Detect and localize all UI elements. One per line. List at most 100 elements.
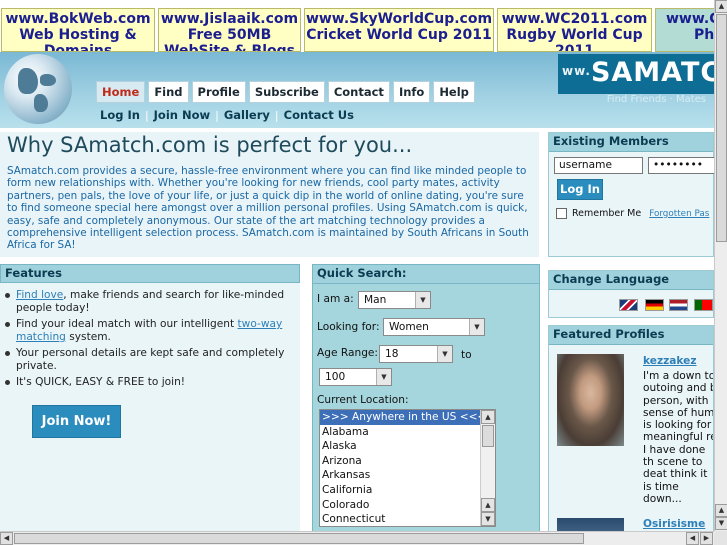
featured-heading: Featured Profiles bbox=[549, 326, 713, 345]
feature-text: Find your ideal match with our intellige… bbox=[16, 318, 238, 330]
page-title: Why SAmatch.com is perfect for you... bbox=[7, 133, 413, 157]
list-item: It's QUICK, EASY & FREE to join! bbox=[3, 376, 294, 389]
tab-subscribe[interactable]: Subscribe bbox=[248, 81, 325, 103]
quick-search-panel: Quick Search: I am a: Man ▼ Looking for:… bbox=[312, 264, 540, 545]
scroll-down-icon[interactable]: ▼ bbox=[481, 512, 495, 526]
logo-text: SAMATCH bbox=[590, 57, 714, 88]
language-heading: Change Language bbox=[549, 271, 713, 290]
remember-me-checkbox[interactable] bbox=[556, 208, 567, 219]
location-option[interactable]: Colorado bbox=[320, 498, 495, 513]
iam-value: Man bbox=[364, 294, 387, 306]
ad-line: Web Hosting & bbox=[19, 27, 137, 43]
ad-bar: www.BokWeb.com Web Hosting & Domains www… bbox=[0, 0, 714, 52]
scroll-thumb[interactable] bbox=[14, 533, 584, 544]
site-logo[interactable]: ww.SAMATCH bbox=[558, 54, 714, 94]
ad-jislaaik[interactable]: www.Jislaaik.com Free 50MB WebSite & Blo… bbox=[158, 8, 301, 52]
age-to-select[interactable]: 100 ▼ bbox=[319, 368, 392, 386]
chevron-down-icon: ▼ bbox=[415, 292, 430, 308]
location-listbox[interactable]: >>> Anywhere in the US <<< Alabama Alask… bbox=[319, 409, 496, 527]
location-option[interactable]: Arkansas bbox=[320, 468, 495, 483]
uk-flag-icon[interactable] bbox=[619, 299, 638, 311]
age-from-select[interactable]: 18 ▼ bbox=[379, 345, 453, 363]
scroll-left-icon[interactable]: ◀ bbox=[686, 532, 699, 545]
login-panel: Existing Members username •••••••• Log I… bbox=[548, 132, 718, 257]
ad-skyworldcup[interactable]: www.SkyWorldCup.com Cricket World Cup 20… bbox=[304, 8, 494, 52]
portugal-flag-icon[interactable] bbox=[694, 299, 713, 311]
age-to-value: 100 bbox=[325, 371, 346, 383]
username-field[interactable]: username bbox=[554, 157, 643, 174]
remember-me-label: Remember Me bbox=[572, 208, 642, 219]
scroll-down-icon[interactable]: ▼ bbox=[715, 517, 727, 530]
scroll-thumb[interactable] bbox=[482, 425, 494, 447]
quick-search-heading: Quick Search: bbox=[313, 265, 539, 284]
profile-name-link[interactable]: Osirisisme bbox=[643, 518, 705, 530]
germany-flag-icon[interactable] bbox=[645, 299, 664, 311]
subnav-contact-us[interactable]: Contact Us bbox=[280, 108, 358, 122]
tab-contact[interactable]: Contact bbox=[327, 81, 390, 103]
chevron-down-icon: ▼ bbox=[469, 319, 484, 335]
subnav-separator: | bbox=[274, 108, 279, 122]
age-from-value: 18 bbox=[385, 348, 399, 360]
subnav-separator: | bbox=[144, 108, 149, 122]
horizontal-scrollbar[interactable]: ◀ ◀ ▶ bbox=[0, 531, 714, 545]
subnav-join[interactable]: Join Now bbox=[150, 108, 214, 122]
ad-line: Ph bbox=[694, 27, 714, 43]
tab-home[interactable]: Home bbox=[96, 81, 146, 103]
ad-partial[interactable]: www.C Ph bbox=[655, 8, 714, 52]
ad-line: www.SkyWorldCup.com bbox=[305, 11, 493, 27]
features-list: Find love, make friends and search for l… bbox=[0, 283, 300, 389]
list-item: Find your ideal match with our intellige… bbox=[3, 318, 294, 343]
intro-text: SAmatch.com provides a secure, hassle-fr… bbox=[7, 165, 529, 252]
forgot-password-link[interactable]: Forgotten Pas bbox=[649, 209, 709, 219]
join-now-button[interactable]: Join Now! bbox=[32, 405, 121, 438]
scroll-up-icon[interactable]: ▲ bbox=[715, 0, 727, 13]
scroll-left-icon[interactable]: ◀ bbox=[0, 532, 13, 545]
location-label: Current Location: bbox=[317, 394, 409, 406]
location-scrollbar[interactable]: ▲ ▲ ▼ bbox=[480, 410, 495, 526]
location-option[interactable]: Connecticut bbox=[320, 512, 495, 526]
iam-label: I am a: bbox=[317, 293, 354, 305]
age-to-label: to bbox=[461, 349, 472, 361]
sub-nav: Log In | Join Now | Gallery | Contact Us bbox=[96, 105, 358, 125]
features-heading: Features bbox=[0, 264, 300, 283]
main-nav: Home Find Profile Subscribe Contact Info… bbox=[96, 81, 475, 103]
scroll-up-icon[interactable]: ▲ bbox=[481, 410, 495, 424]
scroll-right-icon[interactable]: ▶ bbox=[700, 532, 713, 545]
location-option[interactable]: Alaska bbox=[320, 439, 495, 454]
looking-for-label: Looking for: bbox=[317, 321, 380, 333]
scroll-up-icon[interactable]: ▲ bbox=[715, 504, 727, 517]
tab-find[interactable]: Find bbox=[148, 81, 189, 103]
ad-bokweb[interactable]: www.BokWeb.com Web Hosting & Domains bbox=[1, 8, 155, 52]
tab-help[interactable]: Help bbox=[433, 81, 475, 103]
password-field[interactable]: •••••••• bbox=[648, 157, 718, 174]
subnav-gallery[interactable]: Gallery bbox=[220, 108, 274, 122]
site-tagline: Find Friends · Mates bbox=[606, 94, 706, 105]
netherlands-flag-icon[interactable] bbox=[669, 299, 688, 311]
ad-line: Cricket World Cup 2011 bbox=[306, 27, 492, 43]
login-button[interactable]: Log In bbox=[557, 179, 603, 200]
looking-for-select[interactable]: Women ▼ bbox=[383, 318, 485, 336]
ad-wc2011[interactable]: www.WC2011.com Rugby World Cup 2011 bbox=[497, 8, 652, 52]
scrollbar-corner bbox=[714, 531, 727, 545]
location-option[interactable]: California bbox=[320, 483, 495, 498]
language-panel: Change Language bbox=[548, 270, 714, 318]
ad-line: www.WC2011.com bbox=[501, 11, 648, 27]
scroll-thumb[interactable] bbox=[716, 14, 727, 242]
profile-name-link[interactable]: kezzakez bbox=[643, 355, 697, 367]
tab-profile[interactable]: Profile bbox=[191, 81, 246, 103]
ad-line: Free 50MB bbox=[187, 27, 272, 43]
location-option[interactable]: >>> Anywhere in the US <<< bbox=[320, 410, 495, 425]
profile-photo[interactable] bbox=[557, 354, 624, 446]
iam-select[interactable]: Man ▼ bbox=[358, 291, 431, 309]
vertical-scrollbar[interactable]: ▲ ▲ ▼ bbox=[714, 0, 727, 531]
feature-text: system. bbox=[65, 330, 111, 343]
subnav-login[interactable]: Log In bbox=[96, 108, 144, 122]
location-option[interactable]: Alabama bbox=[320, 425, 495, 440]
scroll-down-icon[interactable]: ▲ bbox=[481, 498, 495, 512]
subnav-separator: | bbox=[215, 108, 219, 122]
tab-info[interactable]: Info bbox=[392, 81, 431, 103]
find-love-link[interactable]: Find love bbox=[16, 289, 63, 301]
location-option[interactable]: Arizona bbox=[320, 454, 495, 469]
featured-profiles-panel: Featured Profiles kezzakez I'm a down to… bbox=[548, 325, 714, 545]
ad-line: www.Jislaaik.com bbox=[160, 11, 299, 27]
